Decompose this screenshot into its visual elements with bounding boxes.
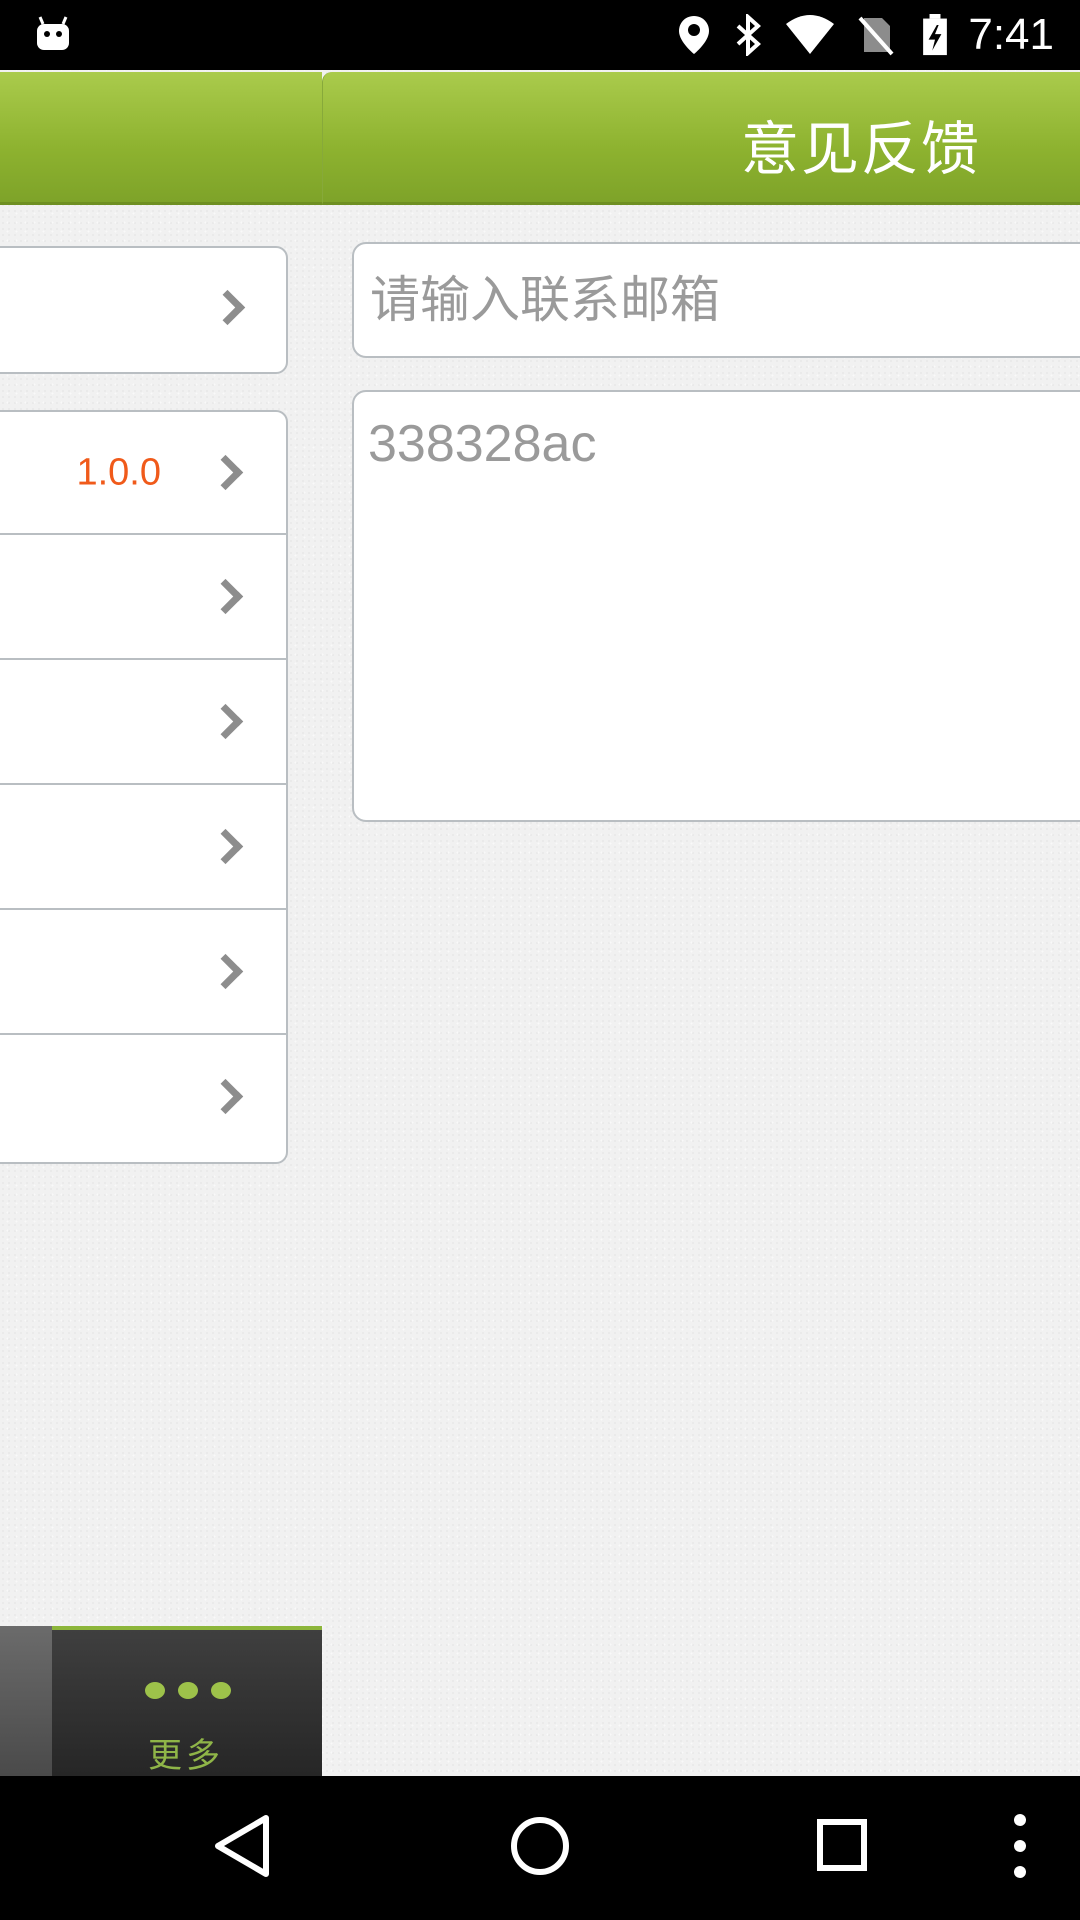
wifi-icon: [786, 15, 834, 54]
version-value: 1.0.0: [76, 451, 161, 493]
list-item[interactable]: [0, 248, 286, 368]
sidebar-card-top: [0, 246, 288, 374]
navigation-bar: [0, 1776, 1080, 1920]
status-bar: 7:41: [0, 0, 1080, 70]
chevron-right-icon: [207, 454, 244, 490]
more-dots-icon: [145, 1682, 244, 1702]
list-item[interactable]: [0, 910, 286, 1035]
page-title: 意见反馈: [740, 115, 981, 183]
sidebar-header: [0, 72, 322, 205]
list-item[interactable]: [0, 785, 286, 910]
overflow-menu-icon[interactable]: [1008, 1806, 1032, 1886]
feedback-header: 意见反馈: [322, 72, 1080, 205]
bluetooth-icon: [736, 14, 761, 56]
more-label: 更多: [148, 1736, 224, 1776]
tab-strip: [0, 1626, 52, 1776]
list-item[interactable]: 1.0.0: [0, 412, 286, 535]
chevron-right-icon: [207, 953, 244, 989]
more-tab[interactable]: 更多: [0, 1626, 322, 1776]
chevron-right-icon: [209, 289, 246, 326]
feedback-content-field[interactable]: [352, 390, 1080, 822]
recents-icon[interactable]: [812, 1806, 872, 1886]
no-sim-icon: [858, 16, 894, 56]
android-robot-icon: [37, 16, 69, 50]
feedback-panel: 意见反馈: [322, 72, 1080, 1776]
battery-charging-icon: [923, 14, 947, 56]
sidebar-card-list: 1.0.0: [0, 410, 288, 1164]
chevron-right-icon: [207, 578, 244, 614]
status-time: 7:41: [968, 10, 1054, 59]
list-item[interactable]: [0, 535, 286, 660]
list-item[interactable]: [0, 660, 286, 785]
chevron-right-icon: [207, 703, 244, 739]
email-field[interactable]: [352, 242, 1080, 358]
chevron-right-icon: [207, 1078, 244, 1114]
back-icon[interactable]: [210, 1806, 274, 1886]
chevron-right-icon: [207, 828, 244, 864]
location-icon: [679, 16, 709, 54]
home-icon[interactable]: [506, 1806, 574, 1886]
list-item[interactable]: [0, 1035, 286, 1158]
